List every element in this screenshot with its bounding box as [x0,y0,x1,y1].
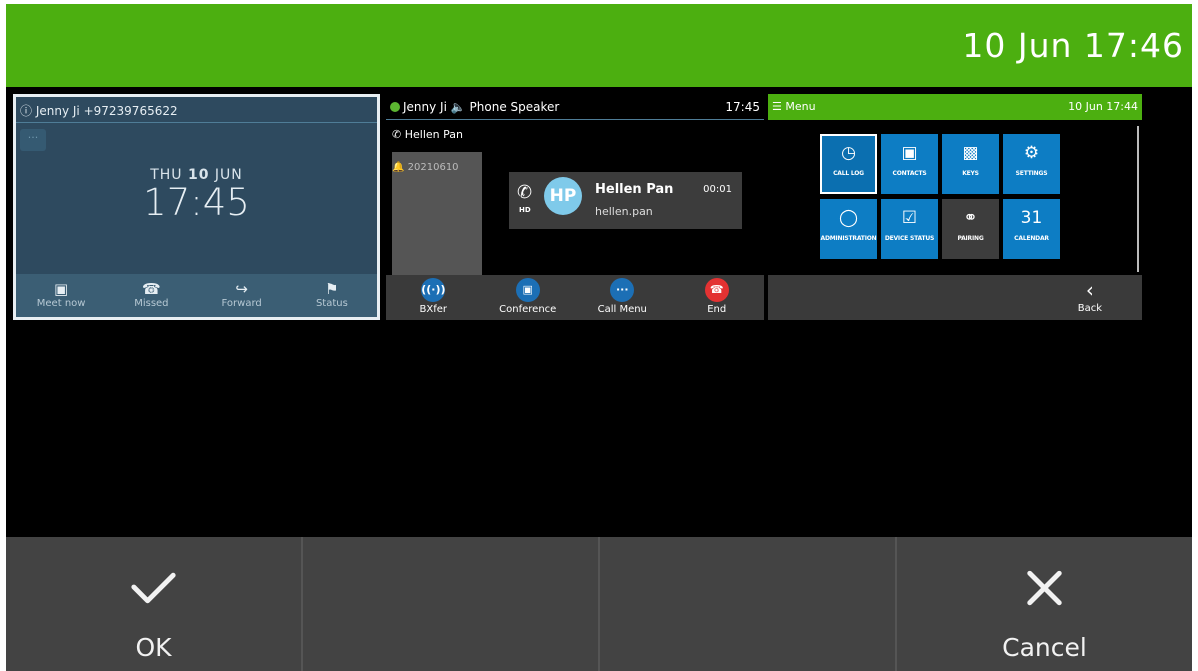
calendar-icon: 31 [1020,208,1043,228]
softkey-label: Conference [499,304,557,315]
keys-icon: ▩ [962,143,979,163]
teams-icon: ▣ [515,278,540,302]
tile-settings: ⚙ SETTINGS [1003,134,1060,194]
active-call-card: ✆ HD HP Hellen Pan 00:01 hellen.pan [509,172,742,229]
phone-icon: ✆ [392,128,402,141]
idle-header-label: Jenny Ji +97239765622 [35,104,178,118]
call-softkey-bar: ((·)) BXfer ▣ Conference ··· Call Menu ☎… [386,275,764,320]
tile-label: KEYS [962,170,979,177]
call-line: ✆ Hellen Pan [392,128,463,141]
app-thumbnail-call[interactable]: Jenny Ji 🔈 Phone Speaker 17:45 ✆ Hellen … [386,94,764,320]
close-icon [1027,570,1062,606]
idle-softkey-bar: ▣ Meet now ☎ Missed ↪ Forward ⚑ Status [16,274,377,317]
status-bar: 10 Jun 17:46 [6,4,1192,87]
softkey-label: End [707,304,727,315]
idle-header: ⓘ Jenny Ji +97239765622 [16,97,377,123]
avatar: HP [544,177,582,215]
softkey-back: ‹ Back [1078,277,1102,314]
tile-label: PAIRING [957,235,984,242]
softkey-empty-3 [600,537,897,671]
flag-icon: ⚑ [325,280,339,298]
menu-header: ☰ Menu 10 Jun 17:44 [768,94,1142,120]
speaker-icon: 🔈 [450,100,466,114]
call-side-date-label: 20210610 [407,162,459,173]
more-dots-icon: ··· [610,278,635,302]
softkey-end: ☎ End [670,275,765,320]
menu-scrollbar [1137,126,1139,272]
call-side-date: 🔔 20210610 [392,162,459,173]
call-header-audio: Phone Speaker [469,100,560,114]
softkey-label: Back [1077,303,1102,314]
call-header-name: Jenny Ji [403,100,447,114]
cancel-button[interactable]: Cancel [897,537,1192,671]
tile-device-status: ☑ DEVICE STATUS [881,199,938,259]
softkey-empty-2 [303,537,600,671]
missed-call-icon: ☎ [142,280,161,298]
handset-icon: ✆ [517,182,533,203]
softkey-label: Forward [221,298,262,309]
pairing-icon: ⚭ [963,208,978,228]
chevron-left-icon: ‹ [1085,278,1094,302]
softkey-forward: ↪ Forward [197,274,287,317]
softkey-meet-now: ▣ Meet now [16,274,106,317]
menu-softkey-bar: ‹ Back [768,275,1142,320]
softkey-status: ⚑ Status [287,274,377,317]
softkey-missed: ☎ Missed [106,274,196,317]
softkey-call-menu: ··· Call Menu [575,275,670,320]
phone-screen: 10 Jun 17:46 ⓘ Jenny Ji +97239765622 ···… [6,4,1192,671]
app-thumbnail-idle[interactable]: ⓘ Jenny Ji +97239765622 ··· THU 10 JUN 1… [13,94,380,320]
ok-button[interactable]: OK [6,537,303,671]
softkey-bar: OK Cancel [6,537,1192,671]
hang-up-icon: ☎ [704,278,729,302]
tile-pairing: ⚭ PAIRING [942,199,999,259]
tile-label: CALL LOG [833,170,864,177]
tile-label: DEVICE STATUS [884,235,935,242]
call-duration: 00:01 [703,184,732,195]
presence-dot-icon [390,102,400,112]
menu-title: Menu [785,100,816,113]
hd-badge: HD [519,206,531,214]
tile-label: CONTACTS [892,170,927,177]
call-header: Jenny Ji 🔈 Phone Speaker 17:45 [386,94,764,120]
tile-call-log: ◷ CALL LOG [820,134,877,194]
shield-icon: ◯ [838,208,859,228]
tile-label: SETTINGS [1015,170,1048,177]
ok-label: OK [135,633,172,662]
tile-administration: ◯ ADMINISTRATION [820,199,877,259]
forward-icon: ↪ [235,280,248,298]
device-status-icon: ☑ [901,208,918,228]
tile-contacts: ▣ CONTACTS [881,134,938,194]
clock-icon: ◷ [841,143,856,163]
softkey-bxfer: ((·)) BXfer [386,275,481,320]
idle-time: 17:45 [143,181,250,224]
tile-label: CALENDAR [1014,235,1049,242]
info-icon: ⓘ [20,104,33,118]
softkey-label: Status [315,298,348,309]
menu-grid: ◷ CALL LOG ▣ CONTACTS ▩ KEYS ⚙ SETTINGS … [820,134,1066,259]
softkey-conference: ▣ Conference [481,275,576,320]
checkmark-icon [131,572,176,604]
tile-keys: ▩ KEYS [942,134,999,194]
app-thumbnail-menu[interactable]: ☰ Menu 10 Jun 17:44 ◷ CALL LOG ▣ CONTACT… [768,94,1142,320]
contact-username: hellen.pan [595,205,653,218]
softkey-label: BXfer [419,304,448,315]
cancel-label: Cancel [1002,633,1087,662]
call-header-time: 17:45 [725,100,760,114]
bell-icon: 🔔 [392,162,405,173]
contact-name: Hellen Pan [595,182,674,197]
softkey-label: Meet now [36,298,86,309]
contacts-icon: ▣ [901,143,918,163]
tile-label: ADMINISTRATION [820,235,877,242]
teams-icon: ▣ [54,280,69,298]
tile-calendar: 31 CALENDAR [1003,199,1060,259]
status-clock: 10 Jun 17:46 [962,26,1184,65]
softkey-label: Missed [134,298,169,309]
transfer-icon: ((·)) [421,278,446,302]
more-dots-icon: ··· [20,129,46,151]
gear-icon: ⚙ [1023,143,1040,163]
menu-header-time: 10 Jun 17:44 [1068,100,1138,113]
menu-list-icon: ☰ [772,100,782,113]
call-line-label: Hellen Pan [404,128,463,141]
softkey-label: Call Menu [597,304,647,315]
